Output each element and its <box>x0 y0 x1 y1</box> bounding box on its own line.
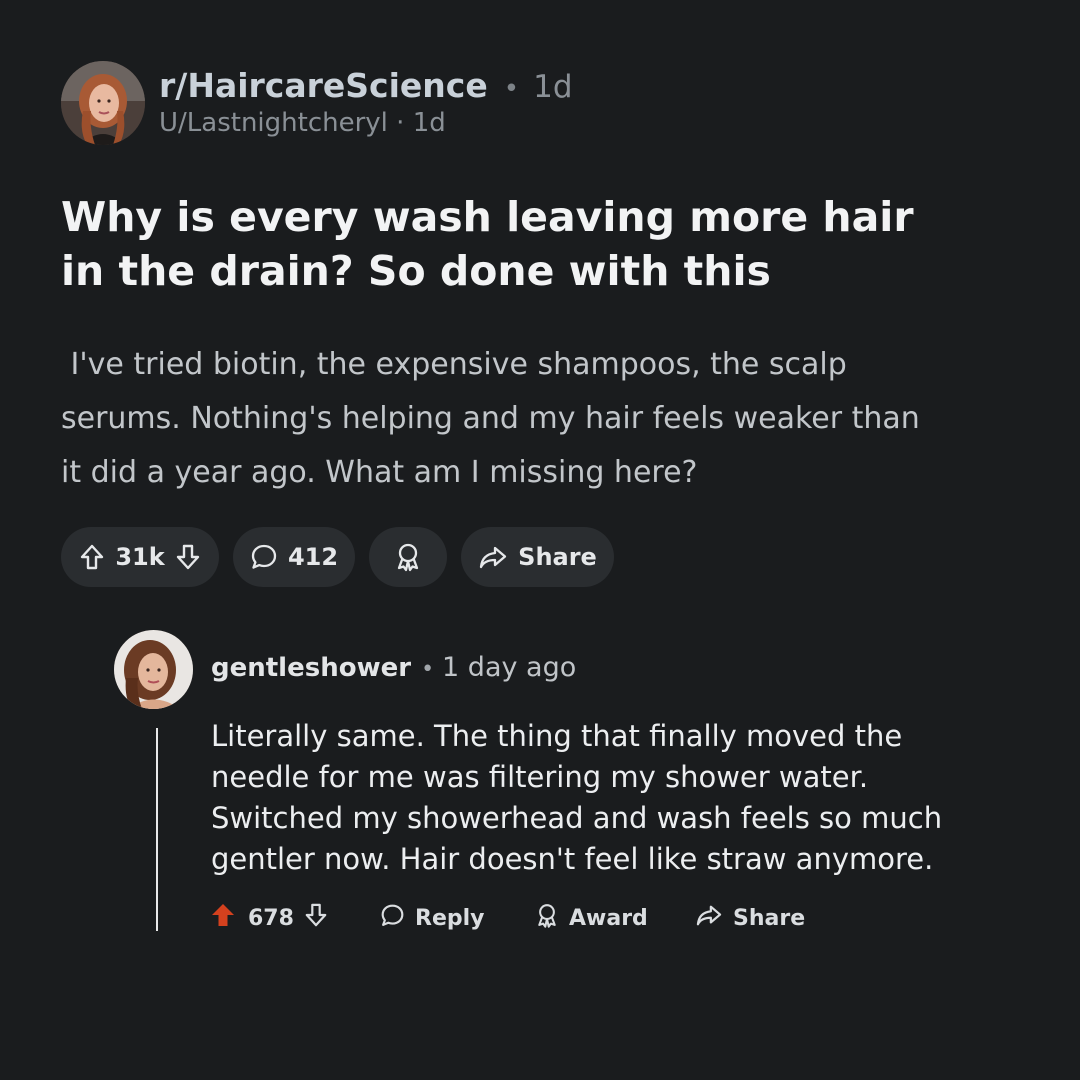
comment-bubble-icon <box>250 543 278 571</box>
comment-score: 678 <box>248 905 294 931</box>
award-label: Award <box>569 905 648 931</box>
comment-body: Literally same. The thing that finally m… <box>211 719 943 876</box>
comment-count: 412 <box>287 543 339 571</box>
commenter-avatar[interactable] <box>114 630 193 709</box>
award-ribbon-icon <box>535 902 559 935</box>
post-vote-control: 31k <box>61 527 219 587</box>
comment-share-button[interactable]: Share <box>695 900 805 936</box>
post-title[interactable]: Why is every wash leaving more hair in t… <box>61 190 921 298</box>
comment-meta-separator: • <box>421 657 435 682</box>
poster-avatar-image <box>61 61 145 145</box>
share-button[interactable]: Share <box>461 527 614 587</box>
post-page: r/HaircareScience • 1d U/Lastnightcheryl… <box>0 0 1080 1080</box>
upvote-arrow-icon[interactable] <box>210 901 236 935</box>
meta-separator: • <box>503 74 520 104</box>
comments-button[interactable]: 412 <box>233 527 355 587</box>
upvote-arrow-icon[interactable] <box>79 543 105 571</box>
post-age: 1d <box>533 69 573 105</box>
comment-thread-line[interactable] <box>156 728 158 931</box>
award-button[interactable] <box>369 527 447 587</box>
post-author[interactable]: U/Lastnightcheryl · 1d <box>159 108 446 138</box>
comment-bubble-icon <box>380 903 405 934</box>
comment-meta-line: gentleshower • 1 day ago <box>211 652 576 683</box>
downvote-arrow-icon[interactable] <box>175 543 201 571</box>
comment-age: 1 day ago <box>442 652 577 683</box>
share-arrow-icon <box>695 903 723 933</box>
commenter-username[interactable]: gentleshower <box>211 653 411 683</box>
post-score: 31k <box>115 543 165 571</box>
comment-vote-control: 678 <box>210 900 328 936</box>
share-label: Share <box>518 543 597 571</box>
downvote-arrow-icon[interactable] <box>304 902 328 934</box>
award-ribbon-icon <box>394 542 422 572</box>
post-body: I've tried biotin, the expensive shampoo… <box>61 347 930 490</box>
comment-award-button[interactable]: Award <box>535 900 648 936</box>
reply-label: Reply <box>415 905 485 931</box>
comment-share-label: Share <box>733 905 806 931</box>
share-arrow-icon <box>478 544 508 570</box>
comment-reply-button[interactable]: Reply <box>380 900 485 936</box>
commenter-avatar-image <box>114 630 193 709</box>
poster-avatar[interactable] <box>61 61 145 145</box>
subreddit-link[interactable]: r/HaircareScience <box>159 66 488 105</box>
post-meta-line: r/HaircareScience • 1d <box>159 66 573 110</box>
